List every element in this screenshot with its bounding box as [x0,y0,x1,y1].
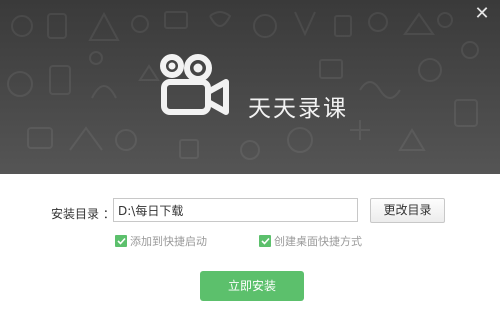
option-quick-launch-label: 添加到快捷启动 [130,235,207,248]
app-title: 天天录课 [248,96,348,122]
video-camera-icon [160,54,229,115]
check-icon [260,237,270,245]
check-icon [116,237,126,245]
install-directory-label: 安装目录 ： [51,207,115,221]
option-quick-launch[interactable]: 添加到快捷启动 [115,234,207,248]
checkbox-desktop-shortcut[interactable] [259,235,271,247]
installer-window: ✕ 天天录课 安装目录 ： 更改目录 添加到快捷启动 [0,0,500,325]
header-banner: ✕ 天天录课 [0,0,500,174]
change-directory-button[interactable]: 更改目录 [370,198,445,223]
close-button[interactable]: ✕ [472,4,492,24]
option-desktop-shortcut-label: 创建桌面快捷方式 [274,235,362,248]
install-now-button[interactable]: 立即安装 [200,271,304,301]
option-desktop-shortcut[interactable]: 创建桌面快捷方式 [259,234,362,248]
install-directory-input[interactable] [113,198,358,222]
background-pattern [7,11,479,160]
checkbox-quick-launch[interactable] [115,235,127,247]
install-directory-row: 安装目录 ： 更改目录 [0,198,500,226]
close-icon: ✕ [474,3,490,24]
